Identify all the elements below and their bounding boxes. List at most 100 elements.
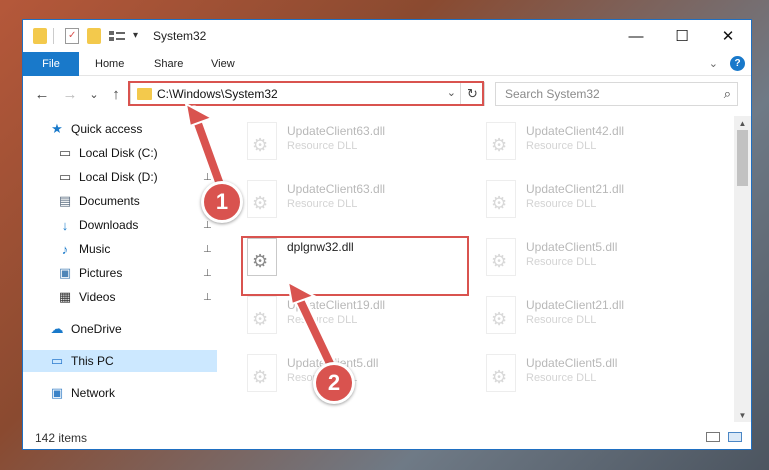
tab-file[interactable]: File bbox=[23, 52, 79, 76]
sidebar-item-label: Local Disk (D:) bbox=[79, 170, 158, 184]
file-item[interactable]: ⚙UpdateClient5.dllResource DLL bbox=[241, 350, 467, 400]
file-highlight-box bbox=[241, 236, 469, 296]
sidebar-item-network[interactable]: ▣ Network bbox=[23, 382, 217, 404]
this-pc-icon: ▭ bbox=[50, 353, 64, 368]
sidebar-item-local-disk-d[interactable]: ▭ Local Disk (D:) ⊥ bbox=[23, 166, 217, 188]
videos-icon: ▦ bbox=[58, 289, 72, 304]
file-item[interactable]: ⚙ UpdateClient63.dll Resource DLL bbox=[241, 118, 467, 168]
sidebar-item-pictures[interactable]: ▣ Pictures ⊥ bbox=[23, 262, 217, 284]
sidebar-item-label: OneDrive bbox=[71, 322, 122, 336]
file-item[interactable]: ⚙ UpdateClient21.dll Resource DLL bbox=[480, 292, 706, 342]
file-type: Resource DLL bbox=[526, 372, 597, 384]
new-folder-icon[interactable] bbox=[87, 28, 101, 44]
sidebar-item-quick-access[interactable]: ★ Quick access bbox=[23, 118, 217, 140]
gear-icon: ⚙ bbox=[491, 309, 508, 329]
pin-icon: ⊥ bbox=[203, 171, 212, 183]
sidebar-item-onedrive[interactable]: ☁ OneDrive bbox=[23, 318, 217, 340]
file-name: UpdateClient42.dll bbox=[526, 124, 625, 138]
file-type: Resource DLL bbox=[287, 198, 358, 210]
tab-home[interactable]: Home bbox=[81, 52, 138, 76]
quick-access-icon: ★ bbox=[51, 121, 63, 136]
sidebar-item-label: Network bbox=[71, 386, 116, 400]
search-input[interactable]: Search System32 bbox=[505, 87, 600, 101]
file-item[interactable]: ⚙ UpdateClient21.dll Resource DLL bbox=[480, 176, 706, 226]
title-bar: ✓ ▾ System32 — ☐ ✕ bbox=[23, 20, 751, 52]
gear-icon: ⚙ bbox=[491, 193, 508, 213]
onedrive-icon: ☁ bbox=[50, 321, 64, 336]
details-view-icon[interactable] bbox=[706, 432, 720, 442]
file-name: UpdateClient19.dll bbox=[287, 298, 386, 312]
gear-icon: ⚙ bbox=[491, 251, 508, 271]
recent-locations-button[interactable]: ⌄ bbox=[85, 84, 103, 104]
tab-share[interactable]: Share bbox=[140, 52, 197, 76]
file-name: UpdateClient5.dll bbox=[526, 240, 618, 254]
sidebar-item-label: Downloads bbox=[79, 218, 139, 232]
file-type: Resource DLL bbox=[526, 314, 597, 326]
help-icon[interactable]: ? bbox=[730, 56, 745, 71]
maximize-button[interactable]: ☐ bbox=[659, 20, 705, 52]
sidebar-item-documents[interactable]: ▤Documents⊥ bbox=[23, 190, 217, 212]
dll-file-icon: ⚙ bbox=[486, 122, 516, 160]
close-button[interactable]: ✕ bbox=[705, 20, 751, 52]
file-type: Resource DLL bbox=[526, 256, 597, 268]
up-button[interactable]: ↑ bbox=[107, 84, 125, 104]
ribbon: File Home Share View ⌄ ? bbox=[23, 52, 751, 76]
file-name: UpdateClient63.dll bbox=[287, 182, 386, 196]
file-item[interactable]: ⚙UpdateClient5.dllResource DLL bbox=[480, 350, 706, 400]
file-type: Resource DLL bbox=[526, 198, 597, 210]
file-item[interactable]: ⚙ UpdateClient19.dll Resource DLL bbox=[241, 292, 467, 342]
status-bar: 142 items bbox=[23, 424, 751, 449]
vertical-scrollbar[interactable]: ▲ ▼ bbox=[734, 116, 751, 422]
gear-icon: ⚙ bbox=[491, 367, 508, 387]
expand-ribbon-icon[interactable]: ⌄ bbox=[709, 57, 718, 70]
file-type: Resource DLL bbox=[526, 140, 597, 152]
file-item[interactable]: ⚙ UpdateClient5.dll Resource DLL bbox=[480, 234, 706, 284]
documents-icon: ▤ bbox=[58, 193, 72, 208]
sidebar-item-label: Quick access bbox=[71, 122, 143, 136]
window-title: System32 bbox=[153, 29, 207, 43]
properties-icon[interactable]: ✓ bbox=[65, 28, 79, 44]
file-type: Resource DLL bbox=[287, 314, 358, 326]
music-icon: ♪ bbox=[61, 241, 69, 257]
dll-file-icon: ⚙ bbox=[247, 354, 277, 392]
quick-access-dropdown-icon[interactable]: ▾ bbox=[133, 30, 138, 41]
search-icon[interactable]: ⌕ bbox=[724, 86, 731, 102]
dll-file-icon: ⚙ bbox=[486, 296, 516, 334]
scroll-down-icon[interactable]: ▼ bbox=[734, 408, 751, 422]
large-icons-view-icon[interactable] bbox=[728, 432, 742, 442]
gear-icon: ⚙ bbox=[252, 309, 269, 329]
dll-file-icon: ⚙ bbox=[247, 296, 277, 334]
pictures-icon: ▣ bbox=[58, 265, 72, 280]
gear-icon: ⚙ bbox=[252, 135, 269, 155]
pin-icon: ⊥ bbox=[203, 243, 212, 255]
dll-file-icon: ⚙ bbox=[486, 354, 516, 392]
pin-icon: ⊥ bbox=[203, 219, 212, 231]
scroll-thumb[interactable] bbox=[737, 130, 748, 186]
gear-icon: ⚙ bbox=[491, 135, 508, 155]
local-disk-c-icon: ▭ bbox=[58, 145, 72, 160]
sidebar-item-music[interactable]: ♪ Music ⊥ bbox=[23, 238, 217, 260]
dll-file-icon: ⚙ bbox=[486, 180, 516, 218]
folder-icon[interactable] bbox=[33, 28, 47, 44]
file-item[interactable]: ⚙ UpdateClient63.dll Resource DLL bbox=[241, 176, 467, 226]
search-box[interactable]: Search System32 ⌕ bbox=[495, 82, 738, 106]
file-item[interactable]: ⚙ UpdateClient42.dll Resource DLL bbox=[480, 118, 706, 168]
back-button[interactable]: ← bbox=[33, 84, 51, 104]
tab-view[interactable]: View bbox=[197, 52, 249, 76]
sidebar-item-label: Music bbox=[79, 242, 111, 256]
customize-toolbar-icon[interactable] bbox=[109, 30, 125, 42]
sidebar-item-downloads[interactable]: ↓ Downloads ⊥ bbox=[23, 214, 217, 236]
sidebar-item-videos[interactable]: ▦ Videos ⊥ bbox=[23, 286, 217, 308]
sidebar-item-label: Videos bbox=[79, 290, 116, 304]
scroll-up-icon[interactable]: ▲ bbox=[734, 116, 751, 130]
file-name: UpdateClient21.dll bbox=[526, 298, 625, 312]
item-count: 142 items bbox=[35, 431, 88, 445]
minimize-button[interactable]: — bbox=[613, 20, 659, 52]
file-type: Resource DLL bbox=[287, 140, 358, 152]
sidebar-item-this-pc[interactable]: ▭ This PC bbox=[23, 350, 217, 372]
dll-file-icon: ⚙ bbox=[247, 180, 277, 218]
gear-icon: ⚙ bbox=[252, 367, 269, 387]
sidebar-item-local-disk-c[interactable]: ▭ Local Disk (C:) bbox=[23, 142, 217, 164]
forward-button[interactable]: → bbox=[61, 84, 79, 104]
step-2-badge: 2 bbox=[313, 362, 355, 404]
